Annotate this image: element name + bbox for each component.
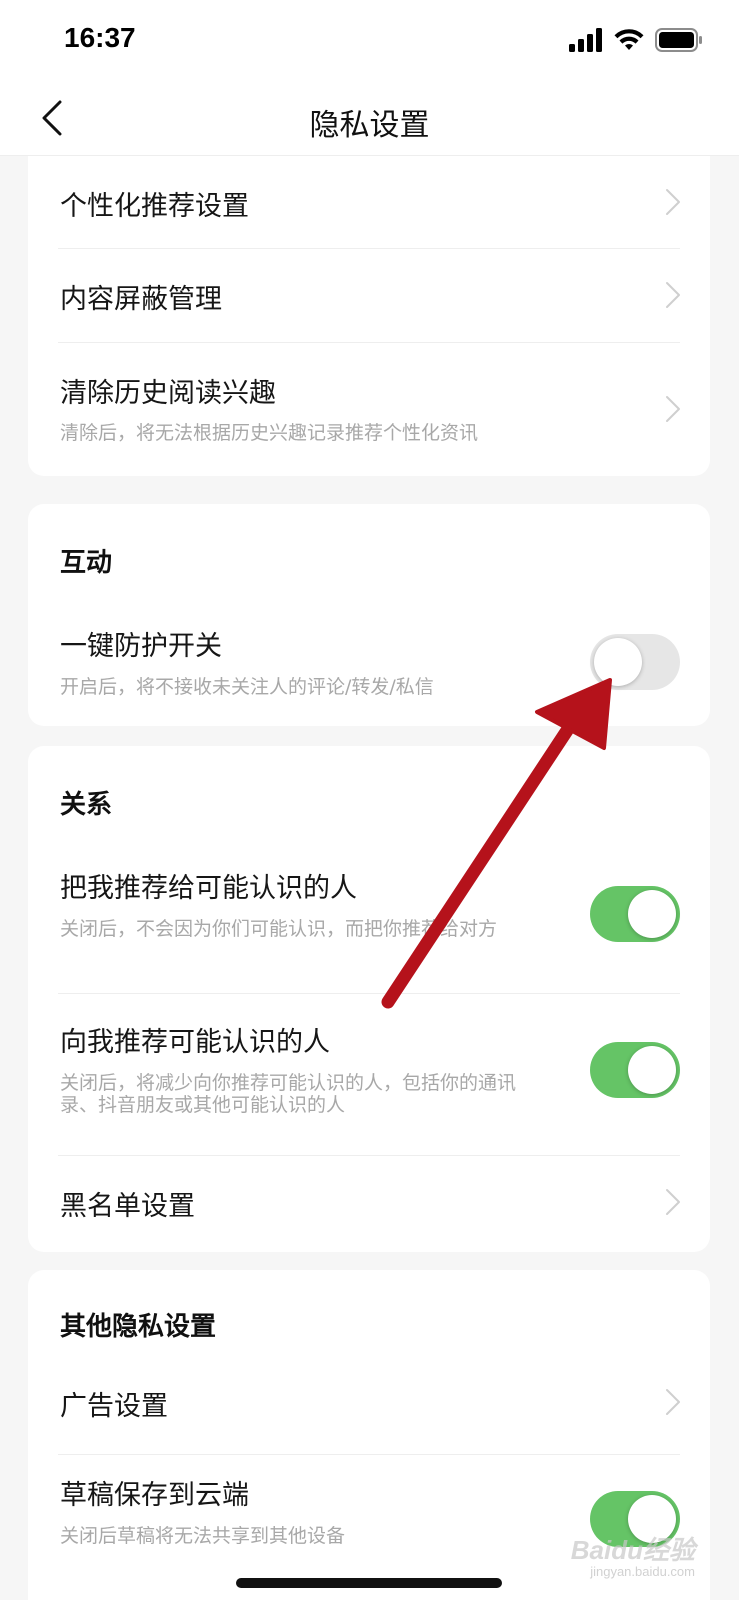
- row-title: 个性化推荐设置: [60, 191, 249, 222]
- chevron-right-icon: [666, 282, 680, 308]
- content-block-manage-row[interactable]: 内容屏蔽管理: [28, 249, 710, 341]
- status-icons: [569, 26, 703, 54]
- blacklist-settings-row[interactable]: 黑名单设置: [28, 1156, 710, 1252]
- home-indicator: [236, 1578, 502, 1588]
- row-title: 清除历史阅读兴趣: [60, 378, 276, 409]
- battery-icon: [655, 28, 702, 52]
- row-title: 草稿保存到云端: [60, 1480, 249, 1511]
- row-description: 关闭后，不会因为你们可能认识，而把你推荐给对方: [60, 918, 498, 940]
- chevron-right-icon: [666, 1189, 680, 1215]
- recommend-people-to-me-toggle[interactable]: [590, 1042, 680, 1098]
- row-title: 广告设置: [60, 1391, 168, 1422]
- toggle-knob: [628, 1046, 676, 1094]
- personalized-recommend-row[interactable]: 个性化推荐设置: [28, 156, 710, 248]
- section-title: 其他隐私设置: [60, 1312, 217, 1342]
- clear-reading-interest-row[interactable]: 清除历史阅读兴趣 清除后，将无法根据历史兴趣记录推荐个性化资讯: [28, 343, 710, 476]
- one-key-protection-toggle[interactable]: [590, 634, 680, 690]
- chevron-right-icon: [666, 189, 680, 215]
- baidu-watermark-url: jingyan.baidu.com: [590, 1564, 695, 1579]
- row-title: 黑名单设置: [60, 1191, 195, 1222]
- recommend-me-to-others-toggle[interactable]: [590, 886, 680, 942]
- row-description: 关闭后，将减少向你推荐可能认识的人，包括你的通讯录、抖音朋友或其他可能认识的人: [60, 1072, 517, 1116]
- interaction-card: 互动 一键防护开关 开启后，将不接收未关注人的评论/转发/私信: [28, 504, 710, 726]
- row-title: 内容屏蔽管理: [60, 284, 222, 315]
- ad-settings-row[interactable]: 广告设置: [28, 1362, 710, 1454]
- chevron-right-icon: [666, 1389, 680, 1415]
- section-title: 关系: [60, 790, 113, 820]
- row-title: 一键防护开关: [60, 631, 222, 662]
- recommend-settings-card: 个性化推荐设置 内容屏蔽管理 清除历史阅读兴趣 清除后，将无法根据历史兴趣记录推…: [28, 156, 710, 476]
- relation-card: 关系 把我推荐给可能认识的人 关闭后，不会因为你们可能认识，而把你推荐给对方 向…: [28, 746, 710, 1252]
- row-description: 关闭后草稿将无法共享到其他设备: [60, 1525, 346, 1547]
- toggle-knob: [594, 638, 642, 686]
- cellular-signal-icon: [569, 28, 602, 52]
- row-title: 把我推荐给可能认识的人: [60, 873, 357, 904]
- row-title: 向我推荐可能认识的人: [60, 1027, 330, 1058]
- page-title: 隐私设置: [309, 108, 430, 143]
- nav-bar: 隐私设置: [0, 80, 739, 156]
- section-title: 互动: [60, 548, 113, 578]
- baidu-watermark-logo: Baidu经验: [570, 1535, 695, 1565]
- recommend-me-to-others-row: 把我推荐给可能认识的人 关闭后，不会因为你们可能认识，而把你推荐给对方: [28, 846, 710, 992]
- recommend-people-to-me-row: 向我推荐可能认识的人 关闭后，将减少向你推荐可能认识的人，包括你的通讯录、抖音朋…: [28, 994, 710, 1154]
- one-key-protection-row: 一键防护开关 开启后，将不接收未关注人的评论/转发/私信: [28, 604, 710, 726]
- status-bar: 16:37: [0, 0, 739, 80]
- chevron-right-icon: [666, 396, 680, 422]
- toggle-knob: [628, 890, 676, 938]
- wifi-icon: [614, 29, 644, 50]
- status-time: 16:37: [64, 22, 136, 53]
- row-description: 清除后，将无法根据历史兴趣记录推荐个性化资讯: [60, 422, 479, 444]
- row-description: 开启后，将不接收未关注人的评论/转发/私信: [60, 676, 434, 698]
